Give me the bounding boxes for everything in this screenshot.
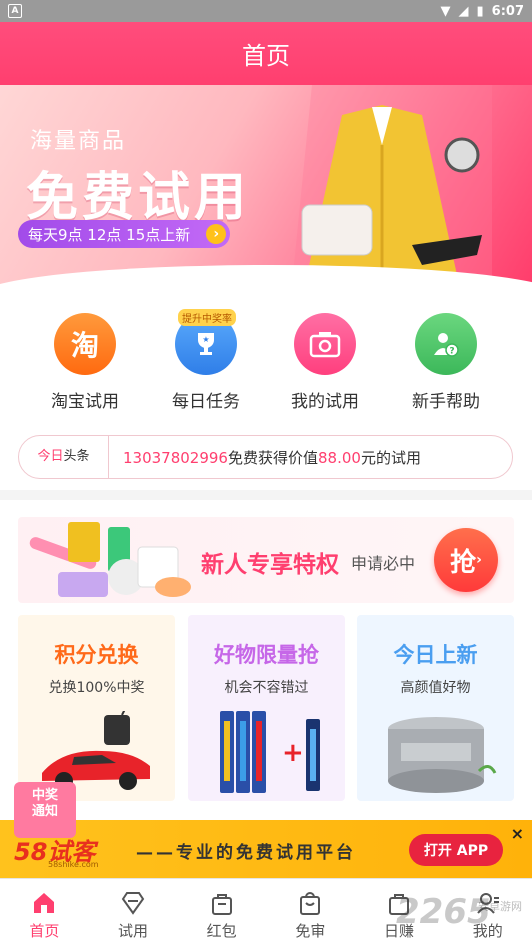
bag-icon [177, 889, 266, 917]
svg-text:?: ? [449, 347, 454, 357]
menu-item-label: 每日任务 [172, 392, 240, 412]
ad-slogan: ——专业的免费试用平台 [136, 843, 356, 863]
shopping-bag-icon [266, 889, 355, 917]
cream-jar-image [387, 717, 496, 793]
shike-logo-domain: 58shike.com [48, 860, 99, 869]
download-app-banner[interactable]: 中奖 通知 58试客 58shike.com ——专业的免费试用平台 打开 APP… [0, 782, 532, 878]
help-person-icon: ? [415, 313, 477, 375]
toothbrush-image: + [219, 711, 320, 793]
wifi-icon: ▼ [440, 3, 451, 19]
camera-icon [294, 313, 356, 375]
quick-menu: 淘 淘宝试用 提升中奖率 ★ 每日任务 我的试用 ? 新手帮助 今日头条 130… [0, 285, 532, 490]
boost-rate-badge: 提升中奖率 [178, 309, 236, 326]
coat-product-image [292, 85, 492, 285]
limited-grab-card[interactable]: 好物限量抢 机会不容错过 + [188, 615, 345, 801]
menu-item-newbie-help[interactable]: ? 新手帮助 [391, 313, 501, 412]
headline-ticker[interactable]: 今日头条 13037802996免费获得价值88.00元的试用 [18, 435, 513, 479]
promo-banner[interactable]: 海量商品 免费试用 每天9点 12点 15点上新 › [0, 85, 532, 285]
watermark-logo: 2265 [396, 892, 491, 932]
battery-icon: ▮ [476, 3, 484, 19]
card-subtitle: 高颜值好物 [400, 680, 471, 696]
menu-item-label: 新手帮助 [412, 392, 480, 412]
activity-section: 新人专享特权 申请必中 抢 › 积分兑换 兑换100%中奖 好物限量抢 机会不容错… [0, 500, 532, 820]
headline-text: 13037802996免费获得价值88.00元的试用 [123, 448, 421, 467]
page-title: 首页 [242, 42, 290, 70]
open-app-button[interactable]: 打开 APP [409, 834, 503, 866]
close-icon[interactable]: × [511, 824, 524, 843]
banner-title: 免费试用 [26, 168, 251, 228]
app-bar: 首页 [0, 22, 532, 85]
menu-item-label: 淘宝试用 [51, 392, 119, 412]
promo-subtitle: 申请必中 [351, 554, 416, 573]
card-title: 今日上新 [393, 643, 478, 667]
card-subtitle: 机会不容错过 [224, 680, 309, 696]
menu-item-my-trial[interactable]: 我的试用 [270, 313, 380, 412]
android-icon: A [8, 4, 22, 18]
banner-schedule-text: 每天9点 12点 15点上新 [28, 225, 191, 244]
svg-text:★: ★ [202, 335, 209, 344]
taobao-icon: 淘 [54, 313, 116, 375]
tab-red-packet[interactable]: 红包 [177, 879, 266, 946]
menu-item-daily-task[interactable]: 提升中奖率 ★ 每日任务 [151, 309, 261, 412]
tab-trial[interactable]: 试用 [89, 879, 178, 946]
card-subtitle: 兑换100%中奖 [48, 680, 145, 696]
tab-no-review[interactable]: 免审 [266, 879, 355, 946]
menu-item-taobao-trial[interactable]: 淘 淘宝试用 [30, 313, 140, 412]
diamond-icon [89, 889, 178, 917]
winning-notice-gift[interactable]: 中奖 通知 [14, 782, 76, 838]
home-icon [0, 889, 89, 917]
card-title: 积分兑换 [54, 643, 139, 667]
status-bar: A ▼ ◢ ▮ 6:07 [0, 0, 532, 22]
status-right: ▼ ◢ ▮ 6:07 [441, 4, 525, 19]
newcomer-promo-card[interactable]: 新人专享特权 申请必中 抢 › [18, 517, 514, 603]
signal-icon: ◢ [458, 3, 469, 19]
chevron-right-icon: › [206, 224, 227, 244]
svg-text:+: + [282, 738, 304, 768]
banner-subtitle: 海量商品 [30, 129, 127, 154]
today-new-card[interactable]: 今日上新 高颜值好物 [357, 615, 514, 801]
chevron-right-icon: › [476, 552, 482, 568]
banner-schedule-pill[interactable]: 每天9点 12点 15点上新 › [18, 220, 231, 248]
watermark-site: 安卓游网 [478, 900, 522, 913]
tab-home[interactable]: 首页 [0, 879, 89, 946]
promo-title: 新人专享特权 [201, 552, 339, 578]
promo-products-image [29, 522, 191, 597]
headline-tag: 今日头条 [19, 435, 109, 479]
menu-item-label: 我的试用 [291, 392, 359, 412]
status-time: 6:07 [491, 3, 524, 19]
grab-button[interactable]: 抢 › [434, 528, 498, 592]
card-title: 好物限量抢 [214, 643, 319, 667]
points-exchange-card[interactable]: 积分兑换 兑换100%中奖 [18, 615, 175, 801]
